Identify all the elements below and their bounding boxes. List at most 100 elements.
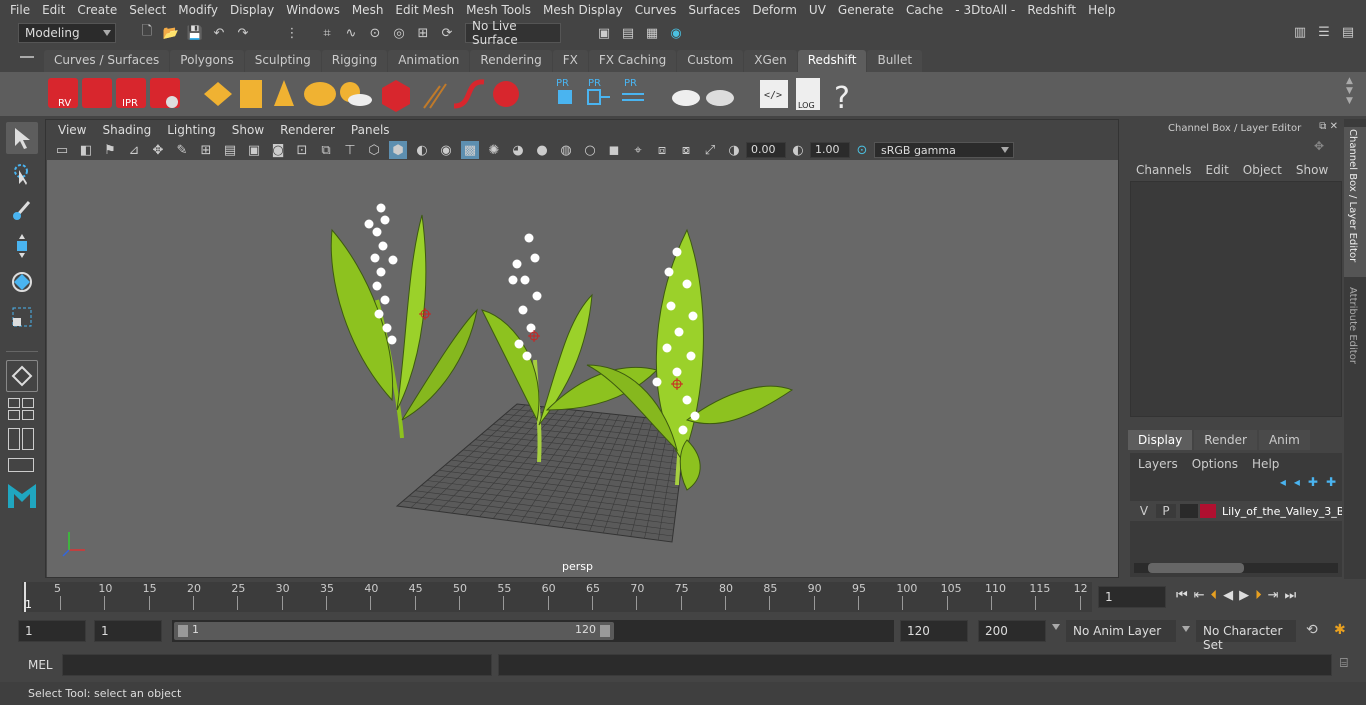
snap-live-icon[interactable]: ⟳ [438,24,456,42]
menu-redshift[interactable]: Redshift [1021,3,1082,17]
field-chart-icon[interactable]: ⊡ [293,141,311,159]
anti-alias-icon[interactable]: ○ [581,141,599,159]
auto-key-icon[interactable]: ⟲ [1306,622,1318,638]
gamma-icon[interactable]: ◐ [789,141,807,159]
command-input[interactable] [62,654,492,676]
layer-type-toggle[interactable] [1180,504,1198,518]
textured-icon[interactable]: ▩ [461,141,479,159]
new-layer-icon[interactable]: ✚ [1308,475,1318,497]
depth-of-field-icon[interactable]: ◼ [605,141,623,159]
tab-custom[interactable]: Custom [677,50,744,72]
menu-modify[interactable]: Modify [172,3,224,17]
anim-layer-dropdown[interactable]: No Anim Layer [1066,620,1176,642]
step-forward-frame-icon[interactable]: ⏵ [1255,588,1262,603]
ambient-occlusion-icon[interactable]: ● [533,141,551,159]
viewport-menu-show[interactable]: Show [224,123,272,137]
menu-windows[interactable]: Windows [280,3,346,17]
play-forward-icon[interactable]: ▶ [1239,588,1249,603]
close-panel-icon[interactable]: ✕ [1330,121,1338,132]
move-tool-icon[interactable] [6,230,38,262]
manipulator-icon[interactable]: ✥ [1314,139,1324,159]
exposure-icon[interactable]: ◑ [725,141,743,159]
anim-end-field[interactable]: 200 [978,620,1046,642]
scale-tool-icon[interactable] [6,302,38,334]
range-left-grip[interactable] [178,625,188,637]
move-layer-up-icon[interactable]: ◂ [1280,475,1286,497]
rs-hair-icon[interactable] [423,83,447,109]
exposure-field[interactable]: 0.00 [746,142,786,158]
rs-pr-export-icon[interactable]: PR [587,78,610,105]
rs-render-view-icon[interactable]: RV [48,78,78,109]
rs-spot-light-icon[interactable] [274,80,294,106]
rs-code-icon[interactable]: </> [760,80,788,108]
viewport-menu-panels[interactable]: Panels [343,123,398,137]
layers-menu[interactable]: Layers [1138,457,1178,471]
viewport-menu-shading[interactable]: Shading [94,123,159,137]
move-layer-down-icon[interactable]: ◂ [1294,475,1300,497]
panel-layout-icon[interactable]: ▤ [1339,23,1357,41]
save-scene-icon[interactable]: 💾 [186,24,204,42]
rs-dome-light-icon[interactable] [304,82,336,106]
motion-blur-icon[interactable]: ◍ [557,141,575,159]
tab-sculpting[interactable]: Sculpting [244,50,321,72]
hypershade-icon[interactable]: ◉ [667,24,685,42]
viewport-menu-renderer[interactable]: Renderer [272,123,343,137]
snap-view-icon[interactable]: ⊞ [414,24,432,42]
smooth-shade-icon[interactable]: ⬢ [389,141,407,159]
chevron-down-icon[interactable] [1182,626,1190,632]
use-lights-icon[interactable]: ✺ [485,141,503,159]
menu-edit-mesh[interactable]: Edit Mesh [389,3,460,17]
layout-split-icon[interactable] [8,428,36,450]
rs-portal-light-icon[interactable] [240,80,262,108]
resolution-gate-icon[interactable]: ▣ [245,141,263,159]
layout-grid-icon[interactable] [8,398,36,420]
3d-viewport[interactable]: persp [47,160,1118,577]
rs-curve-icon[interactable] [453,79,485,109]
menu-curves[interactable]: Curves [629,3,683,17]
menu-mesh[interactable]: Mesh [346,3,390,17]
rs-log-icon[interactable]: LOG [796,78,820,110]
snap-surface-icon[interactable]: ◎ [390,24,408,42]
tab-polygons[interactable]: Polygons [170,50,244,72]
timeline-track[interactable]: 5 10 15 20 25 30 35 40 45 50 55 60 65 70 75 80 85 90 95 100… [22,582,1092,612]
isolate-select-icon[interactable]: ⌖ [629,141,647,159]
play-backward-icon[interactable]: ◀ [1223,588,1233,603]
paint-tool-icon[interactable] [6,194,38,226]
layer-playback-toggle[interactable]: P [1156,504,1176,518]
viewport-menu-view[interactable]: View [50,123,94,137]
tab-fx-caching[interactable]: FX Caching [588,50,677,72]
grid-toggle-icon[interactable]: ⊞ [197,141,215,159]
tab-bullet[interactable]: Bullet [867,50,923,72]
rs-proxy-icon[interactable] [382,80,410,112]
rs-bake-icon[interactable] [672,90,700,106]
menu-mesh-tools[interactable]: Mesh Tools [460,3,537,17]
color-manage-icon[interactable]: ⊙ [853,141,871,159]
workspace-icon[interactable]: ▥ [1291,23,1309,41]
menu-help[interactable]: Help [1082,3,1121,17]
2d-pan-icon[interactable]: ✥ [149,141,167,159]
snap-toggle-icon[interactable] [6,360,38,392]
redo-icon[interactable]: ↷ [234,24,252,42]
menu-mesh-display[interactable]: Mesh Display [537,3,629,17]
grease-pencil-icon[interactable]: ✎ [173,141,191,159]
current-time-indicator[interactable] [24,582,26,612]
menu-edit[interactable]: Edit [36,3,71,17]
cb-object-menu[interactable]: Object [1243,163,1282,177]
safe-title-icon[interactable]: ⊤ [341,141,359,159]
wireframe-on-shaded-icon[interactable]: ◐ [413,141,431,159]
new-scene-icon[interactable]: 🗋 [138,24,156,42]
options-menu[interactable]: Options [1192,457,1238,471]
layer-row[interactable]: V P Lily_of_the_Valley_3_Br [1130,501,1342,521]
rs-sphere-icon[interactable] [493,81,519,107]
tab-render[interactable]: Render [1194,430,1257,450]
range-right-grip[interactable] [600,625,610,637]
select-tool-icon[interactable] [6,122,38,154]
go-to-end-icon[interactable]: ⏭ [1285,588,1297,603]
rs-pr-swap-icon[interactable]: PR [622,78,644,101]
layer-scrollbar[interactable] [1134,563,1338,573]
rs-render-icon[interactable] [82,78,112,108]
camera-select-icon[interactable]: ▭ [53,141,71,159]
layer-help-menu[interactable]: Help [1252,457,1279,471]
tab-rendering[interactable]: Rendering [470,50,552,72]
gate-mask-icon[interactable]: ◙ [269,141,287,159]
